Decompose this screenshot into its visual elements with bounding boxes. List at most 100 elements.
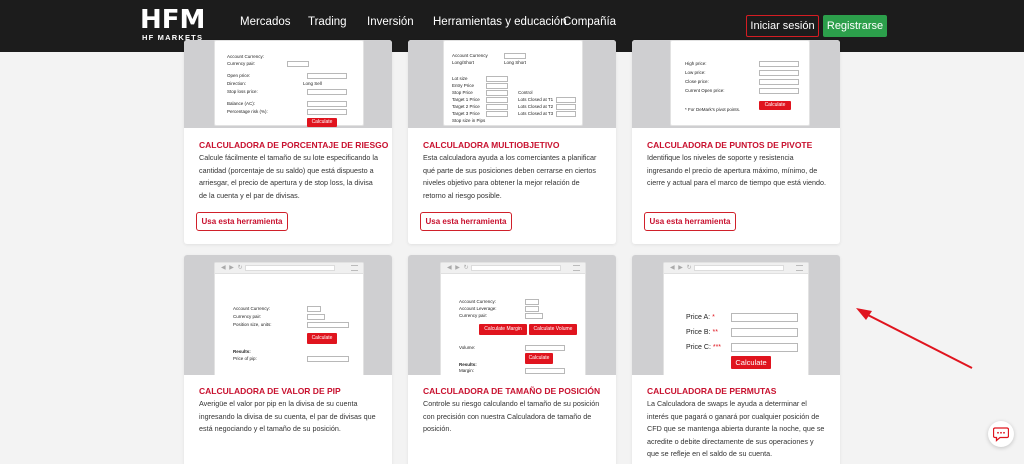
card-preview-image: Account Currency Long/Short Long Short L…	[408, 40, 616, 128]
card-pivot-points: High price: Low price: Close price: Curr…	[632, 40, 840, 244]
preview-window-bar: ◀ ▶ ↻	[441, 263, 585, 274]
preview-field	[525, 368, 565, 374]
preview-field	[759, 70, 799, 76]
preview-label: Balance (AC):	[227, 101, 256, 106]
use-tool-button[interactable]: Usa esta herramienta	[196, 212, 288, 231]
nav-herramientas[interactable]: Herramientas y educación	[433, 16, 567, 28]
preview-label: Percentage risk (%):	[227, 109, 268, 114]
browser-menu-icon	[796, 265, 803, 271]
card-description: Controle su riesgo calculando el tamaño …	[423, 399, 600, 433]
preview-label: Direction:	[227, 81, 247, 86]
browser-arrows-icon: ◀ ▶ ↻	[447, 265, 470, 271]
nav-compania[interactable]: Compañía	[563, 16, 616, 28]
browser-url-bar	[694, 265, 784, 271]
preview-label: Currency pair:	[459, 313, 488, 318]
preview-field	[307, 109, 347, 115]
card-title: CALCULADORA DE PUNTOS DE PIVOTE	[647, 140, 813, 150]
browser-url-bar	[245, 265, 335, 271]
logo-text: HFM	[140, 5, 206, 35]
preview-label: Lots Closed at T2	[518, 104, 554, 109]
preview-label: High price:	[685, 61, 707, 66]
preview-field	[731, 343, 798, 352]
preview-label: Long Short	[504, 60, 527, 65]
card-title: CALCULADORA DE TAMAÑO DE POSICIÓN	[423, 386, 601, 396]
preview-label: Control	[518, 90, 533, 95]
card-description: Averigüe el valor por pip en la divisa d…	[199, 399, 376, 433]
preview-field	[307, 356, 349, 362]
preview-field	[307, 101, 347, 107]
preview-label: Price B: **	[686, 329, 718, 336]
preview-field	[486, 76, 508, 82]
preview-label: Long/Short	[452, 60, 475, 65]
card-risk-percentage: Account Currency: Currency pair: Open pr…	[184, 40, 392, 244]
preview-field	[759, 61, 799, 67]
preview-label: Currency pair:	[233, 314, 262, 319]
preview-calculate-volume-button: Calculate Volume	[529, 324, 577, 335]
preview-label: Close price:	[685, 79, 709, 84]
preview-field	[556, 111, 576, 117]
browser-arrows-icon: ◀ ▶ ↻	[670, 265, 693, 271]
preview-label: Account Currency:	[459, 299, 497, 304]
nav-trading[interactable]: Trading	[308, 16, 347, 28]
register-button[interactable]: Registrarse	[823, 15, 887, 37]
preview-label: Entry Price	[452, 83, 475, 88]
use-tool-button[interactable]: Usa esta herramienta	[644, 212, 736, 231]
preview-label: Target 1 Price	[452, 97, 480, 102]
preview-field	[525, 313, 543, 319]
preview-label: Results:	[233, 349, 251, 354]
preview-window: High price: Low price: Close price: Curr…	[670, 40, 810, 126]
preview-field	[486, 90, 508, 96]
preview-field	[486, 111, 508, 117]
preview-field	[486, 104, 508, 110]
preview-label: Target 3 Price	[452, 111, 480, 116]
card-description: Identifique los niveles de soporte y res…	[647, 153, 826, 187]
preview-label: Account Currency:	[227, 54, 265, 59]
preview-field	[759, 88, 799, 94]
preview-window: ◀ ▶ ↻ Price A: * Price B: ** Price C: **…	[663, 262, 809, 375]
card-pip-value: ◀ ▶ ↻ Account Currency: Currency pair: P…	[184, 255, 392, 464]
card-position-size: ◀ ▶ ↻ Account Currency: Account Leverage…	[408, 255, 616, 464]
card-swaps: ◀ ▶ ↻ Price A: * Price B: ** Price C: **…	[632, 255, 840, 464]
use-tool-button[interactable]: Usa esta herramienta	[420, 212, 512, 231]
preview-label: Target 2 Price	[452, 104, 480, 109]
preview-label: Account Currency	[452, 53, 488, 58]
preview-field	[307, 322, 349, 328]
preview-calculate-button: Calculate	[731, 356, 771, 369]
card-title: CALCULADORA DE VALOR DE PIP	[199, 386, 341, 396]
chat-icon	[993, 426, 1009, 442]
preview-field	[525, 299, 539, 305]
chat-button[interactable]	[988, 421, 1014, 447]
preview-field	[307, 306, 321, 312]
preview-window: Account Currency: Currency pair: Open pr…	[214, 40, 364, 127]
preview-label: Lots Closed at T3	[518, 111, 554, 116]
browser-menu-icon	[351, 265, 358, 271]
preview-label: Account Leverage:	[459, 306, 497, 311]
preview-field	[731, 313, 798, 322]
card-title: CALCULADORA DE PORCENTAJE DE RIESGO	[199, 140, 389, 150]
preview-calculate-button: Calculate	[759, 101, 791, 110]
card-description: Esta calculadora ayuda a los comerciante…	[423, 153, 597, 200]
preview-label: Price C: ***	[686, 344, 722, 351]
nav-inversion[interactable]: Inversión	[367, 16, 414, 28]
preview-label: Stop Price	[452, 90, 473, 95]
preview-label: Open price:	[227, 73, 251, 78]
preview-field	[759, 79, 799, 85]
card-title: CALCULADORA MULTIOBJETIVO	[423, 140, 560, 150]
card-description: Calcule fácilmente el tamaño de su lote …	[199, 153, 378, 200]
preview-field	[731, 328, 798, 337]
preview-window-bar: ◀ ▶ ↻	[215, 263, 363, 274]
login-button[interactable]: Iniciar sesión	[746, 15, 819, 37]
preview-field	[525, 306, 539, 312]
nav-mercados[interactable]: Mercados	[240, 16, 291, 28]
card-title: CALCULADORA DE PERMUTAS	[647, 386, 777, 396]
preview-window: ◀ ▶ ↻ Account Currency: Account Leverage…	[440, 262, 586, 375]
preview-label: Lots Closed at T1	[518, 97, 554, 102]
preview-label: Lot size	[452, 76, 468, 81]
preview-label: Long Sell	[303, 81, 322, 86]
preview-field	[556, 104, 576, 110]
card-preview-image: Account Currency: Currency pair: Open pr…	[184, 40, 392, 128]
preview-field	[307, 73, 347, 79]
preview-window-bar: ◀ ▶ ↻	[664, 263, 808, 274]
browser-menu-icon	[573, 265, 580, 271]
preview-label: Price of pip:	[233, 356, 257, 361]
